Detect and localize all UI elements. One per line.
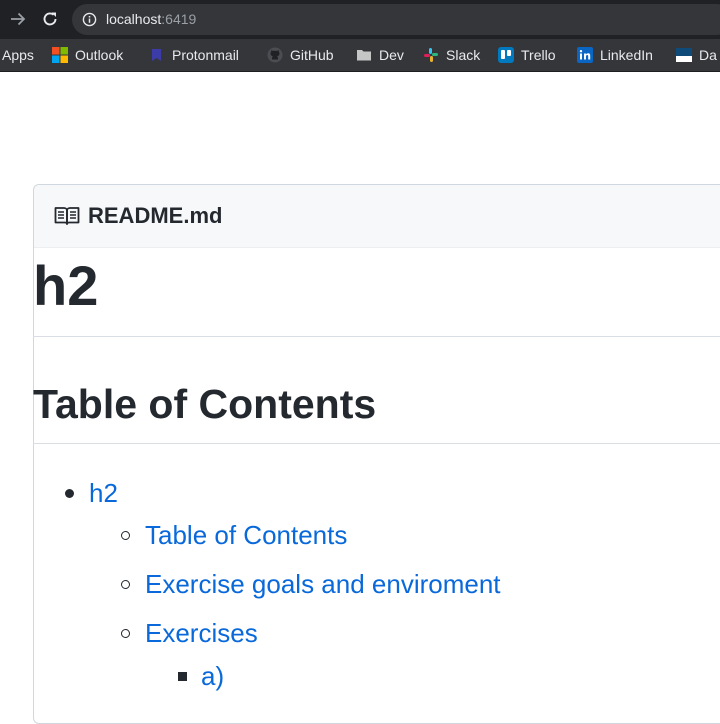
slack-icon — [424, 48, 438, 62]
bookmark-da[interactable]: Da — [676, 44, 717, 66]
toc-link-a[interactable]: a) — [201, 660, 224, 692]
bookmark-github[interactable]: GitHub — [267, 44, 334, 66]
bookmark-outlook[interactable]: Outlook — [52, 44, 123, 66]
toc-link-h2[interactable]: h2 — [89, 477, 118, 509]
readme-filename: README.md — [88, 203, 223, 228]
linkedin-icon — [577, 47, 593, 63]
bullet-circle — [121, 531, 130, 540]
toc-divider — [33, 443, 720, 444]
bookmark-label: LinkedIn — [600, 47, 653, 63]
forward-button[interactable] — [8, 9, 28, 29]
bookmark-label: Slack — [446, 47, 481, 63]
browser-toolbar: localhost:6419 — [0, 0, 720, 39]
bookmark-label: Dev — [379, 47, 404, 63]
url-text[interactable]: localhost:6419 — [106, 11, 196, 28]
trello-icon — [498, 47, 514, 63]
bookmark-trello[interactable]: Trello — [498, 44, 556, 66]
protonmail-icon — [152, 49, 161, 61]
bookmark-dev[interactable]: Dev — [356, 44, 404, 66]
readme-header: README.md — [34, 185, 720, 248]
url-port: :6419 — [161, 11, 197, 27]
folder-icon — [357, 50, 371, 61]
bookmarks-bar: Apps Outlook Protonmail GitHub Dev Slack… — [0, 39, 720, 72]
toc-link-exercises[interactable]: Exercises — [145, 617, 258, 649]
bookmark-label: Protonmail — [172, 47, 239, 63]
info-icon[interactable] — [82, 12, 97, 27]
bookmark-label: Da — [699, 47, 717, 63]
toc-link-exercise-goals[interactable]: Exercise goals and enviroment — [145, 568, 501, 600]
bookmark-apps[interactable]: Apps — [2, 44, 34, 66]
reload-icon — [43, 12, 57, 26]
bookmark-label: Outlook — [75, 47, 124, 63]
bullet-square — [178, 672, 187, 681]
bullet-circle — [121, 580, 130, 589]
bookmark-protonmail[interactable]: Protonmail — [149, 44, 239, 66]
bookmark-slack[interactable]: Slack — [423, 44, 480, 66]
github-icon — [267, 47, 283, 63]
reload-button[interactable] — [40, 9, 60, 29]
book-icon — [54, 207, 80, 225]
readme-container: README.md — [33, 184, 720, 724]
outlook-icon — [52, 47, 68, 63]
bookmark-linkedin[interactable]: LinkedIn — [577, 44, 653, 66]
bullet-disc — [65, 489, 74, 498]
bullet-circle — [121, 629, 130, 638]
arrow-right-icon — [11, 12, 26, 26]
heading-divider — [33, 336, 720, 337]
url-host: localhost — [106, 11, 162, 27]
toc-link-table-of-contents[interactable]: Table of Contents — [145, 519, 347, 551]
bookmark-label: Apps — [2, 47, 34, 63]
page-heading: h2 — [33, 254, 99, 317]
bookmark-icon — [676, 48, 692, 62]
bookmark-label: GitHub — [290, 47, 334, 63]
bookmark-label: Trello — [521, 47, 556, 63]
address-bar[interactable]: localhost:6419 — [72, 4, 720, 35]
toc-heading: Table of Contents — [33, 381, 377, 427]
